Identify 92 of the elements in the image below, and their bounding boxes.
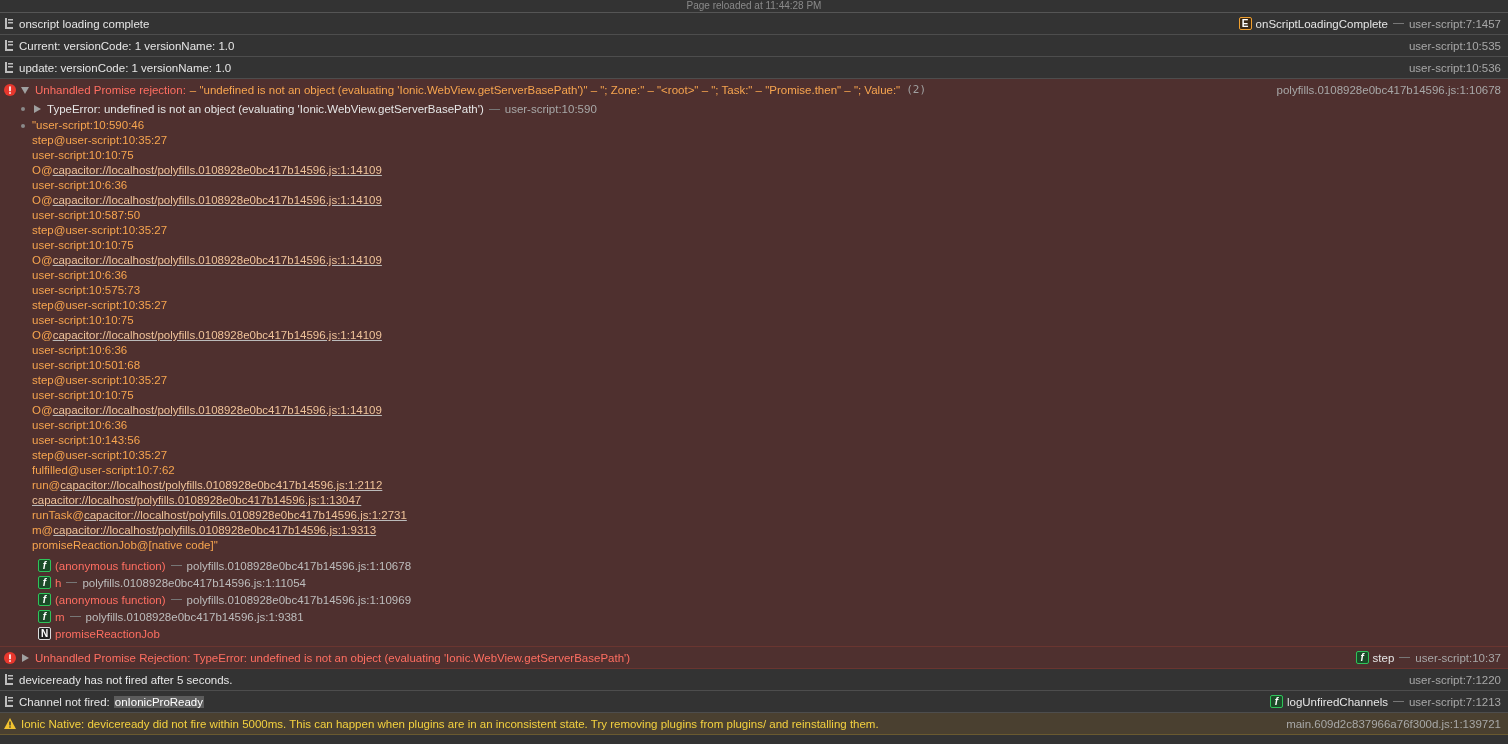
- stack-frame-text: promiseReactionJob@[native code]": [32, 539, 218, 551]
- highlighted-text: onIonicProReady: [113, 695, 205, 708]
- stack-frame-text: user-script:10:10:75: [32, 149, 134, 161]
- stack-frame-link[interactable]: capacitor://localhost/polyfills.0108928e0bc417b14596.js:1:14109: [52, 194, 382, 206]
- stack-frame-link[interactable]: capacitor://localhost/polyfills.0108928e0bc417b14596.js:1:14109: [52, 329, 382, 341]
- disclosure-triangle-icon[interactable]: [21, 85, 29, 94]
- function-name: logUnfiredChannels: [1286, 695, 1388, 708]
- source-location: user-script:10:590: [504, 103, 597, 115]
- log-icon: [4, 40, 14, 51]
- message-text: Ionic Native: deviceready did not fire within 5000ms. This can happen when plugins are in an inconsistent state. Try removing plugins from plugins/ and reinstalling them.: [21, 717, 879, 730]
- stack-frame-text: user-script:10:10:75: [32, 389, 134, 401]
- stack-frame-link[interactable]: capacitor://localhost/polyfills.0108928e0bc417b14596.js:1:13047: [32, 494, 362, 506]
- stack-frame-text: user-script:10:143:56: [32, 434, 141, 446]
- disclosure-triangle-icon[interactable]: [33, 105, 41, 113]
- function-badge-icon: f: [1269, 695, 1283, 708]
- function-badge-icon: N: [38, 627, 51, 640]
- stack-frame-text: fulfilled@user-script:10:7:62: [32, 464, 175, 476]
- stack-frame-text: user-script:10:6:36: [32, 344, 128, 356]
- stack-frame-text: O@: [32, 404, 53, 416]
- stack-frame-text: O@: [32, 164, 53, 176]
- reload-notice: Page reloaded at 11:44:28 PM: [0, 0, 1508, 13]
- call-frame-location: polyfills.0108928e0bc417b14596.js:1:9381: [85, 610, 304, 623]
- message-text: Channel not fired:: [19, 695, 110, 708]
- function-badge-icon: f: [38, 610, 51, 623]
- stack-frame-text: user-script:10:6:36: [32, 269, 128, 281]
- message-text: update: versionCode: 1 versionName: 1.0: [19, 61, 232, 74]
- repeat-count: (2): [906, 83, 927, 96]
- stack-frame-link[interactable]: capacitor://localhost/polyfills.0108928e0bc417b14596.js:1:14109: [52, 164, 382, 176]
- source-location-link[interactable]: user-script:10:37: [1415, 651, 1501, 664]
- stack-frame-text: user-script:10:501:68: [32, 359, 141, 371]
- stack-frame-text: O@: [32, 254, 53, 266]
- call-frame-location: polyfills.0108928e0bc417b14596.js:1:11054: [82, 576, 306, 589]
- message-text: Unhandled Promise Rejection: TypeError: undefined is not an object (evaluating 'Ionic.WebView.getServerBasePath'): [35, 651, 631, 664]
- stack-frame-text: user-script:10:10:75: [32, 314, 134, 326]
- source-location-link[interactable]: user-script:10:535: [1408, 39, 1501, 52]
- function-badge-icon: f: [38, 576, 51, 589]
- stack-frame-text: step@user-script:10:35:27: [32, 299, 168, 311]
- log-icon: [4, 696, 14, 707]
- message-title: Unhandled Promise rejection:: [35, 83, 186, 96]
- message-text: – "undefined is not an object (evaluating 'Ionic.WebView.getServerBasePath')" – "; Zone:" – "<root>" – "; Task:" – "Promise.then" – "; Value:": [189, 83, 901, 96]
- warning-icon: [4, 718, 16, 729]
- stack-frame-link[interactable]: capacitor://localhost/polyfills.0108928e0bc417b14596.js:1:2731: [83, 509, 407, 521]
- stack-frame-link[interactable]: capacitor://localhost/polyfills.0108928e0bc417b14596.js:1:14109: [52, 404, 382, 416]
- stack-frame-text: step@user-script:10:35:27: [32, 449, 168, 461]
- stack-frame-text: user-script:10:10:75: [32, 239, 134, 251]
- stack-frame-text: step@user-script:10:35:27: [32, 224, 168, 236]
- stack-frame-text: user-script:10:6:36: [32, 419, 128, 431]
- stack-frame-text: user-script:10:6:36: [32, 179, 128, 191]
- stack-frame-text: user-script:10:587:50: [32, 209, 141, 221]
- source-location-link[interactable]: user-script:10:536: [1408, 61, 1501, 74]
- log-icon: [4, 674, 14, 685]
- stack-frame-text: O@: [32, 194, 53, 206]
- call-frame-name[interactable]: m: [55, 610, 65, 623]
- bullet-icon: [21, 124, 25, 128]
- source-location-link[interactable]: user-script:7:1457: [1408, 17, 1501, 30]
- error-detail: TypeError: undefined is not an object (evaluating 'Ionic.WebView.getServerBasePath'): [47, 103, 484, 115]
- stack-frame-text: runTask@: [32, 509, 84, 521]
- message-text: Current: versionCode: 1 versionName: 1.0: [19, 39, 235, 52]
- function-badge-icon: f: [38, 593, 51, 606]
- disclosure-triangle-icon[interactable]: [21, 653, 29, 662]
- function-name: step: [1372, 651, 1395, 664]
- stack-frame-text: user-script:10:575:73: [32, 284, 141, 296]
- function-badge-icon: E: [1238, 17, 1252, 30]
- call-frame-location: polyfills.0108928e0bc417b14596.js:1:10678: [186, 559, 412, 572]
- source-location-link[interactable]: user-script:7:1220: [1408, 673, 1501, 686]
- function-badge-icon: f: [1355, 651, 1369, 664]
- function-name: onScriptLoadingComplete: [1255, 17, 1388, 30]
- stack-frame-text: run@: [32, 479, 61, 491]
- error-icon: [4, 83, 16, 96]
- bullet-icon: [21, 107, 25, 111]
- message-text: deviceready has not fired after 5 seconds.: [19, 673, 233, 686]
- stack-frame-text: "user-script:10:590:46: [32, 119, 145, 131]
- log-icon: [4, 62, 14, 73]
- stack-frame-text: m@: [32, 524, 54, 536]
- call-frame-name[interactable]: promiseReactionJob: [55, 627, 160, 640]
- stack-frame-link[interactable]: capacitor://localhost/polyfills.0108928e0bc417b14596.js:1:2112: [60, 479, 383, 491]
- error-icon: [4, 651, 16, 664]
- call-frame-name[interactable]: (anonymous function): [55, 593, 166, 606]
- stack-frame-link[interactable]: capacitor://localhost/polyfills.0108928e0bc417b14596.js:1:14109: [52, 254, 382, 266]
- call-frame-name[interactable]: (anonymous function): [55, 559, 166, 572]
- stack-frame-text: step@user-script:10:35:27: [32, 374, 168, 386]
- stack-frame-link[interactable]: capacitor://localhost/polyfills.0108928e0bc417b14596.js:1:9313: [53, 524, 377, 536]
- call-frame-name[interactable]: h: [55, 576, 62, 589]
- source-location-link[interactable]: polyfills.0108928e0bc417b14596.js:1:10678: [1276, 83, 1501, 96]
- stack-frame-text: step@user-script:10:35:27: [32, 134, 168, 146]
- log-icon: [4, 18, 14, 29]
- stack-frame-text: O@: [32, 329, 53, 341]
- function-badge-icon: f: [38, 559, 51, 572]
- call-frame-location: polyfills.0108928e0bc417b14596.js:1:10969: [186, 593, 412, 606]
- message-text: onscript loading complete: [19, 17, 150, 30]
- source-location-link[interactable]: main.609d2c837966a76f300d.js:1:139721: [1286, 717, 1501, 730]
- source-location-link[interactable]: user-script:7:1213: [1408, 695, 1501, 708]
